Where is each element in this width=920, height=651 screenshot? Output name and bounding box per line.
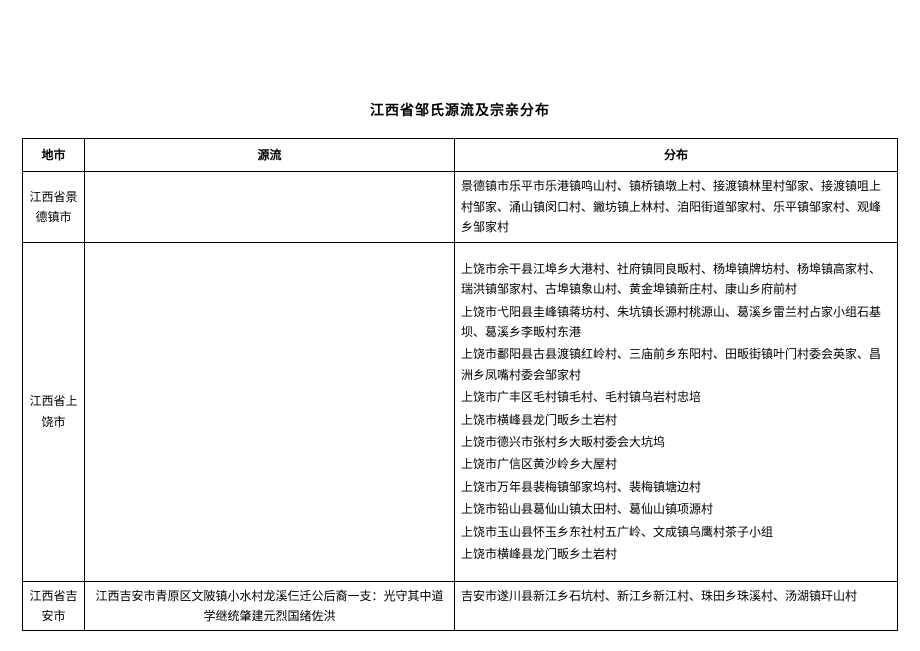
cell-distribution: 景德镇市乐平市乐港镇鸣山村、镇桥镇墩上村、接渡镇林里村邹家、接渡镇咀上村邹家、涌… <box>455 172 898 242</box>
dist-line: 上饶市余干县江埠乡大港村、社府镇同良畈村、杨埠镇牌坊村、杨埠镇高家村、瑞洪镇邹家… <box>461 259 891 300</box>
cell-origin: 江西吉安市青原区文陂镇小水村龙溪仨迁公后裔一支：光守其中道学继统肇建元烈国绪佐洪 <box>85 581 455 631</box>
table-row: 江西省吉安市 江西吉安市青原区文陂镇小水村龙溪仨迁公后裔一支：光守其中道学继统肇… <box>23 581 898 631</box>
col-header-city: 地市 <box>23 139 85 172</box>
cell-city: 江西省景德镇市 <box>23 172 85 242</box>
table-row: 江西省景德镇市 景德镇市乐平市乐港镇鸣山村、镇桥镇墩上村、接渡镇林里村邹家、接渡… <box>23 172 898 242</box>
cell-distribution: 吉安市遂川县新江乡石坑村、新江乡新江村、珠田乡珠溪村、汤湖镇玕山村 <box>455 581 898 631</box>
dist-line: 上饶市德兴市张村乡大畈村委会大坑坞 <box>461 432 891 452</box>
main-table: 地市 源流 分布 江西省景德镇市 景德镇市乐平市乐港镇鸣山村、镇桥镇墩上村、接渡… <box>22 138 898 631</box>
dist-line: 上饶市铅山县葛仙山镇太田村、葛仙山镇项源村 <box>461 499 891 519</box>
cell-distribution: 上饶市余干县江埠乡大港村、社府镇同良畈村、杨埠镇牌坊村、杨埠镇高家村、瑞洪镇邹家… <box>455 242 898 581</box>
dist-line: 吉安市遂川县新江乡石坑村、新江乡新江村、珠田乡珠溪村、汤湖镇玕山村 <box>461 586 891 606</box>
page-title: 江西省邹氏源流及宗亲分布 <box>22 100 898 120</box>
cell-city: 江西省吉安市 <box>23 581 85 631</box>
dist-line: 上饶市鄱阳县古县渡镇红岭村、三庙前乡东阳村、田畈街镇叶门村委会英家、昌洲乡凤嘴村… <box>461 344 891 385</box>
col-header-origin: 源流 <box>85 139 455 172</box>
dist-line: 上饶市弋阳县圭峰镇蒋坊村、朱坑镇长源村桃源山、葛溪乡雷兰村占家小组石基坝、葛溪乡… <box>461 302 891 343</box>
table-row: 江西省上饶市 上饶市余干县江埠乡大港村、社府镇同良畈村、杨埠镇牌坊村、杨埠镇高家… <box>23 242 898 581</box>
dist-line: 景德镇市乐平市乐港镇鸣山村、镇桥镇墩上村、接渡镇林里村邹家、接渡镇咀上村邹家、涌… <box>461 176 891 237</box>
dist-line: 上饶市广信区黄沙岭乡大屋村 <box>461 454 891 474</box>
dist-line: 上饶市玉山县怀玉乡东社村五广岭、文成镇乌鹰村茶子小组 <box>461 522 891 542</box>
col-header-distribution: 分布 <box>455 139 898 172</box>
dist-line: 上饶市横峰县龙门畈乡土岩村 <box>461 544 891 564</box>
dist-line: 上饶市横峰县龙门畈乡土岩村 <box>461 410 891 430</box>
cell-origin <box>85 242 455 581</box>
dist-line: 上饶市广丰区毛村镇毛村、毛村镇乌岩村忠培 <box>461 387 891 407</box>
cell-origin <box>85 172 455 242</box>
dist-line: 上饶市万年县裴梅镇邹家坞村、裴梅镇塘边村 <box>461 477 891 497</box>
cell-city: 江西省上饶市 <box>23 242 85 581</box>
